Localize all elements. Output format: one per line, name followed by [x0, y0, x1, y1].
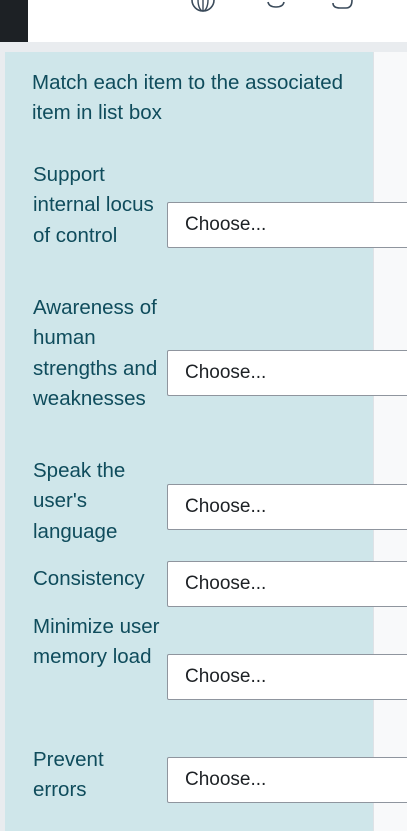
select-value: Choose... [185, 573, 267, 594]
select-value: Choose... [185, 496, 267, 517]
select-value: Choose... [185, 769, 267, 790]
match-select[interactable]: Choose... [167, 484, 407, 530]
match-term: Speak the user's language [33, 459, 126, 543]
match-select[interactable]: Choose... [167, 654, 407, 700]
right-panel-edge [373, 52, 407, 831]
match-select[interactable]: Choose... [167, 350, 407, 396]
match-term: Minimize user memory load [33, 615, 160, 669]
chat-icon[interactable] [330, 0, 356, 12]
match-select[interactable]: Choose... [167, 202, 407, 248]
match-term: Support internal locus of control [33, 163, 154, 247]
nav-drawer-edge [0, 0, 28, 42]
globe-icon[interactable] [190, 0, 216, 12]
select-value: Choose... [185, 362, 267, 383]
select-value: Choose... [185, 214, 267, 235]
select-value: Choose... [185, 666, 267, 687]
bell-icon[interactable] [263, 0, 289, 12]
top-navbar [0, 0, 407, 42]
match-term: Awareness of human strengths and weaknes… [33, 296, 158, 410]
match-select[interactable]: Choose... [167, 561, 407, 607]
match-term: Prevent errors [33, 748, 104, 802]
question-prompt: Match each item to the associated item i… [32, 71, 344, 124]
match-term: Consistency [33, 567, 145, 590]
match-select[interactable]: Choose... [167, 757, 407, 803]
